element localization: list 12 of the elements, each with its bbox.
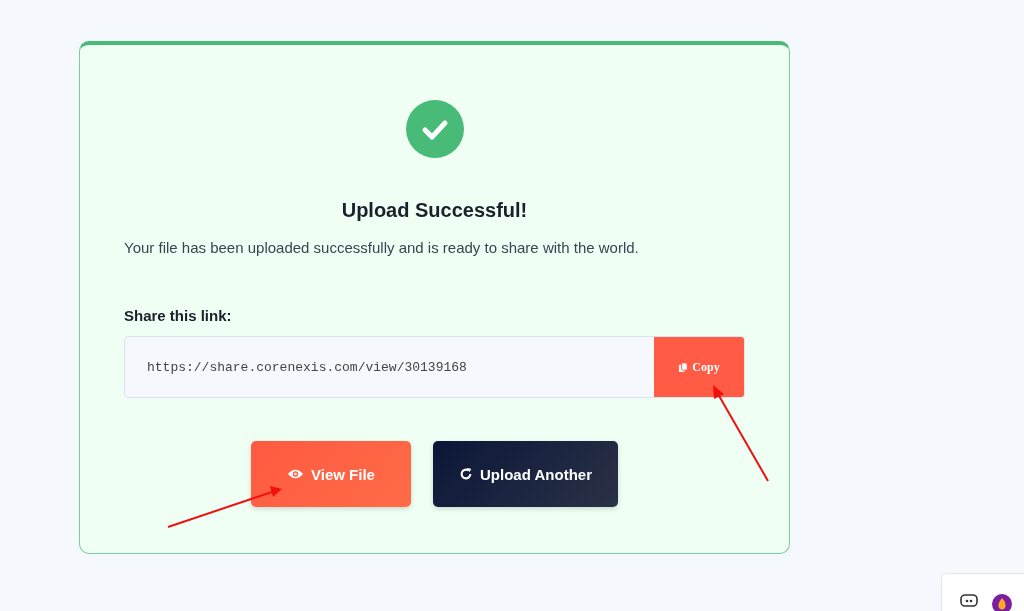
share-label: Share this link: xyxy=(124,307,232,324)
success-title: Upload Successful! xyxy=(341,199,528,222)
success-message: Your file has been uploaded successfully and is ready to share with the world. xyxy=(124,239,639,256)
upload-another-button[interactable]: Upload Another xyxy=(433,441,618,507)
share-link-text: https://share.corenexis.com/view/30139168 xyxy=(146,359,468,375)
flame-icon xyxy=(992,594,1012,611)
copy-icon xyxy=(678,361,690,373)
eye-icon xyxy=(287,468,305,480)
share-link-field[interactable]: https://share.corenexis.com/view/30139168 Copy xyxy=(124,336,745,398)
chat-icon xyxy=(960,594,978,608)
refresh-icon xyxy=(459,467,474,481)
check-circle-icon xyxy=(405,100,464,158)
